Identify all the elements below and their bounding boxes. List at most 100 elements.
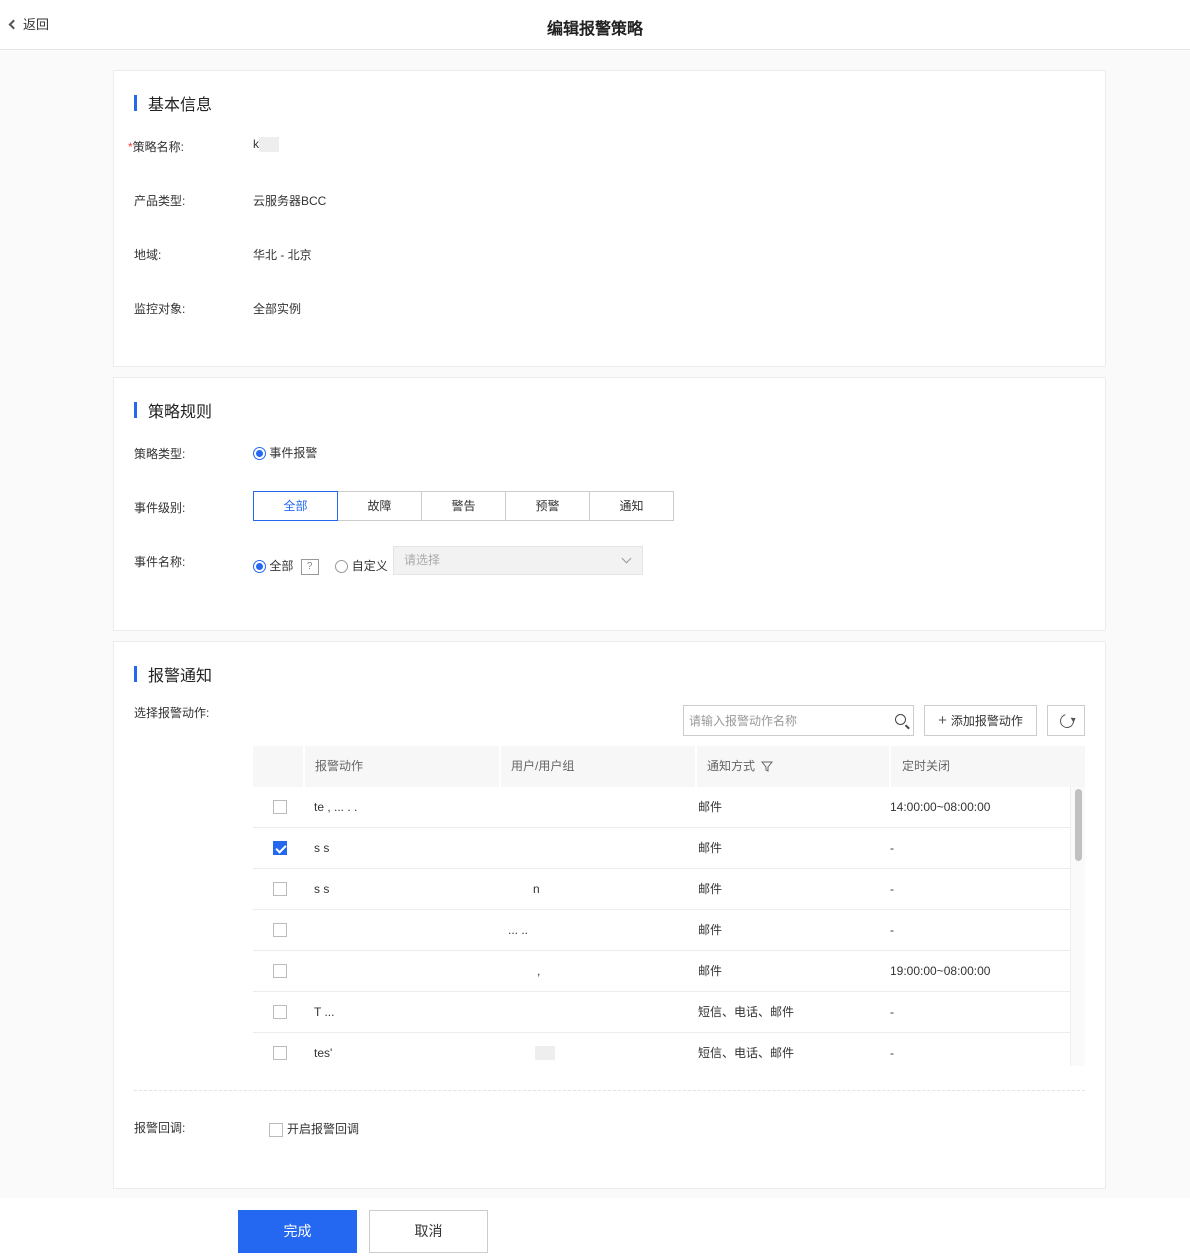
col-separator — [499, 746, 501, 787]
policy-rules-card: 策略规则 策略类型: 事件报警 事件级别: 全部 故障 警告 预警 通知 事件名… — [113, 377, 1106, 631]
cell-users — [535, 1046, 555, 1060]
search-icon[interactable] — [895, 714, 906, 725]
row-checkbox[interactable] — [273, 964, 287, 978]
policy-type-label: 策略类型: — [134, 447, 186, 461]
row-checkbox[interactable] — [273, 923, 287, 937]
col-close: 定时关闭 — [902, 759, 951, 773]
cell-close: - — [890, 882, 894, 896]
filter-icon[interactable] — [761, 761, 774, 773]
cell-method: 邮件 — [698, 923, 723, 937]
event-name-label: 事件名称: — [134, 555, 186, 569]
section-title-text: 基本信息 — [148, 97, 213, 114]
event-name-select[interactable]: 请选择 — [393, 546, 643, 575]
col-method-text: 通知方式 — [707, 759, 756, 773]
cell-users: , — [537, 964, 541, 978]
row-checkbox[interactable] — [273, 882, 287, 896]
table-row[interactable]: ... .. 邮件 - — [253, 910, 1070, 951]
callback-label: 报警回调: — [134, 1121, 186, 1135]
callback-option-label: 开启报警回调 — [287, 1122, 360, 1136]
chevron-down-icon — [621, 553, 632, 564]
cell-method: 邮件 — [698, 964, 723, 978]
table-body: te , ... . . 邮件 14:00:00~08:00:00 s s 邮件… — [253, 787, 1070, 1066]
level-all[interactable]: 全部 — [253, 491, 338, 521]
col-separator — [889, 746, 891, 787]
footer-bar: 完成 取消 — [0, 1198, 1190, 1258]
refresh-icon — [1057, 711, 1077, 731]
col-method: 通知方式 — [707, 746, 774, 787]
table-row[interactable]: tes' 短信、电话、邮件 - — [253, 1033, 1070, 1066]
basic-info-card: 基本信息 *策略名称: k 产品类型: 云服务器BCC 地域: 华北 - 北京 … — [113, 70, 1106, 367]
region-value: 华北 - 北京 — [253, 248, 312, 262]
cell-action: T ... — [314, 1005, 335, 1019]
radio-all-icon[interactable] — [253, 560, 266, 574]
monitor-target-label: 监控对象: — [134, 302, 186, 316]
section-title-text: 策略规则 — [148, 404, 213, 421]
row-checkbox-checked[interactable] — [273, 841, 287, 855]
section-accent-bar — [134, 666, 137, 682]
section-title-notify: 报警通知 — [134, 662, 212, 686]
section-accent-bar — [134, 402, 137, 418]
action-search-input[interactable] — [684, 706, 879, 735]
cell-close: - — [890, 923, 894, 937]
col-separator — [303, 746, 305, 787]
event-level-group: 全部 故障 警告 预警 通知 — [253, 491, 674, 521]
event-name-options: 全部 ? 自定义 — [253, 557, 388, 575]
table-row[interactable]: T ... 短信、电话、邮件 - — [253, 992, 1070, 1033]
level-fault[interactable]: 故障 — [337, 491, 422, 521]
help-icon[interactable]: ? — [300, 558, 319, 575]
policy-type-radio[interactable]: 事件报警 — [253, 444, 317, 461]
page-title: 编辑报警策略 — [546, 21, 643, 38]
cell-action: s s — [314, 882, 330, 896]
cell-action: tes' — [314, 1046, 333, 1060]
confirm-button[interactable]: 完成 — [238, 1210, 357, 1253]
col-action: 报警动作 — [315, 759, 364, 773]
cell-close: - — [890, 841, 894, 855]
section-accent-bar — [134, 95, 137, 111]
cell-action: te , ... . . — [314, 800, 358, 814]
table-row[interactable]: te , ... . . 邮件 14:00:00~08:00:00 — [253, 787, 1070, 828]
event-level-label: 事件级别: — [134, 501, 186, 515]
level-warning[interactable]: 警告 — [421, 491, 506, 521]
row-checkbox[interactable] — [273, 800, 287, 814]
level-prewarning[interactable]: 预警 — [505, 491, 590, 521]
cell-method: 邮件 — [698, 800, 723, 814]
table-row[interactable]: s s n 邮件 - — [253, 869, 1070, 910]
alarm-notify-card: 报警通知 选择报警动作: +添加报警动作 报警动作 用户/用户组 通知方式 定时… — [113, 641, 1106, 1189]
cell-method: 短信、电话、邮件 — [698, 1005, 795, 1019]
scrollbar-thumb[interactable] — [1075, 789, 1082, 861]
policy-name-label: *策略名称: — [128, 138, 184, 155]
action-table: 报警动作 用户/用户组 通知方式 定时关闭 te , ... . . 邮件 14… — [253, 746, 1085, 1066]
product-type-value: 云服务器BCC — [253, 194, 327, 208]
table-row[interactable]: , 邮件 19:00:00~08:00:00 — [253, 951, 1070, 992]
table-row[interactable]: s s 邮件 - — [253, 828, 1070, 869]
add-action-button[interactable]: + 添加报警动作 — [924, 705, 1037, 736]
cell-close: - — [890, 1005, 894, 1019]
cell-close: 19:00:00~08:00:00 — [890, 964, 991, 978]
cell-close: - — [890, 1046, 894, 1060]
cell-users: n — [533, 882, 540, 896]
event-alarm-label: 事件报警 — [269, 446, 318, 460]
section-title-basic: 基本信息 — [134, 91, 212, 115]
select-action-label: 选择报警动作: — [134, 706, 210, 720]
radio-selected-icon[interactable] — [253, 447, 266, 461]
refresh-button[interactable] — [1047, 705, 1085, 736]
policy-name-value: k — [253, 137, 279, 153]
redacted-block — [259, 137, 279, 153]
cell-method: 邮件 — [698, 882, 723, 896]
cancel-button[interactable]: 取消 — [369, 1210, 488, 1253]
table-scrollbar[interactable] — [1070, 787, 1085, 1066]
radio-custom-icon[interactable] — [335, 560, 349, 574]
row-checkbox[interactable] — [273, 1005, 287, 1019]
monitor-target-value: 全部实例 — [253, 302, 302, 316]
level-notice[interactable]: 通知 — [589, 491, 674, 521]
cell-close: 14:00:00~08:00:00 — [890, 800, 991, 814]
cell-users: ... .. — [508, 923, 529, 937]
checkbox-icon[interactable] — [269, 1122, 283, 1137]
select-placeholder: 请选择 — [404, 553, 441, 567]
policy-name-label-text: 策略名称: — [132, 140, 185, 154]
section-title-text: 报警通知 — [148, 668, 213, 685]
col-separator — [695, 746, 697, 787]
event-custom-label: 自定义 — [351, 559, 388, 573]
callback-checkbox[interactable]: 开启报警回调 — [269, 1120, 359, 1137]
row-checkbox[interactable] — [273, 1046, 287, 1060]
